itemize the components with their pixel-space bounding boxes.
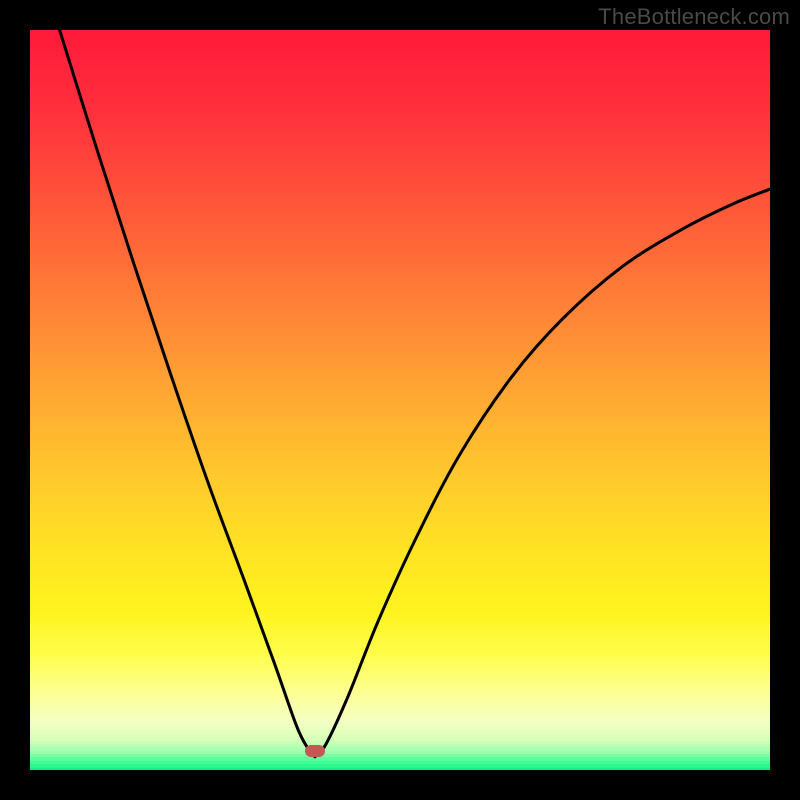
watermark-text: TheBottleneck.com — [598, 4, 790, 30]
bottleneck-curve-1 — [315, 189, 770, 757]
bottleneck-curve-0 — [60, 30, 315, 757]
plot-area — [30, 30, 770, 770]
optimum-marker — [305, 745, 325, 757]
curve-svg — [30, 30, 770, 770]
chart-frame: TheBottleneck.com — [0, 0, 800, 800]
